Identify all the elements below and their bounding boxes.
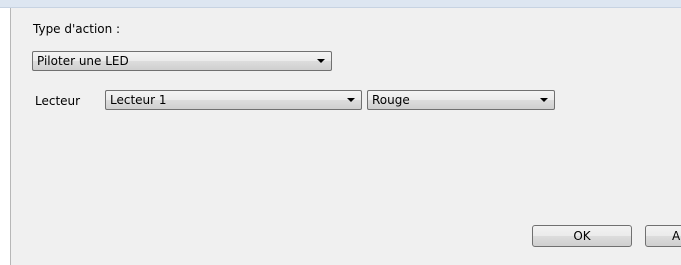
reader-value: Lecteur 1 bbox=[110, 93, 167, 107]
action-type-value: Piloter une LED bbox=[37, 54, 129, 68]
cancel-button[interactable]: Ar bbox=[645, 225, 681, 247]
color-value: Rouge bbox=[372, 93, 410, 107]
window-top-strip bbox=[0, 0, 681, 8]
ok-button[interactable]: OK bbox=[532, 225, 632, 247]
chevron-down-icon bbox=[317, 59, 325, 63]
chevron-down-icon bbox=[347, 98, 355, 102]
action-dialog: Type d'action : Piloter une LED Lecteur … bbox=[11, 8, 681, 265]
reader-label: Lecteur bbox=[35, 94, 81, 108]
action-type-dropdown[interactable]: Piloter une LED bbox=[32, 51, 332, 71]
chevron-down-icon bbox=[540, 98, 548, 102]
action-type-label: Type d'action : bbox=[33, 22, 121, 36]
reader-dropdown[interactable]: Lecteur 1 bbox=[105, 90, 362, 110]
color-dropdown[interactable]: Rouge bbox=[367, 90, 555, 110]
